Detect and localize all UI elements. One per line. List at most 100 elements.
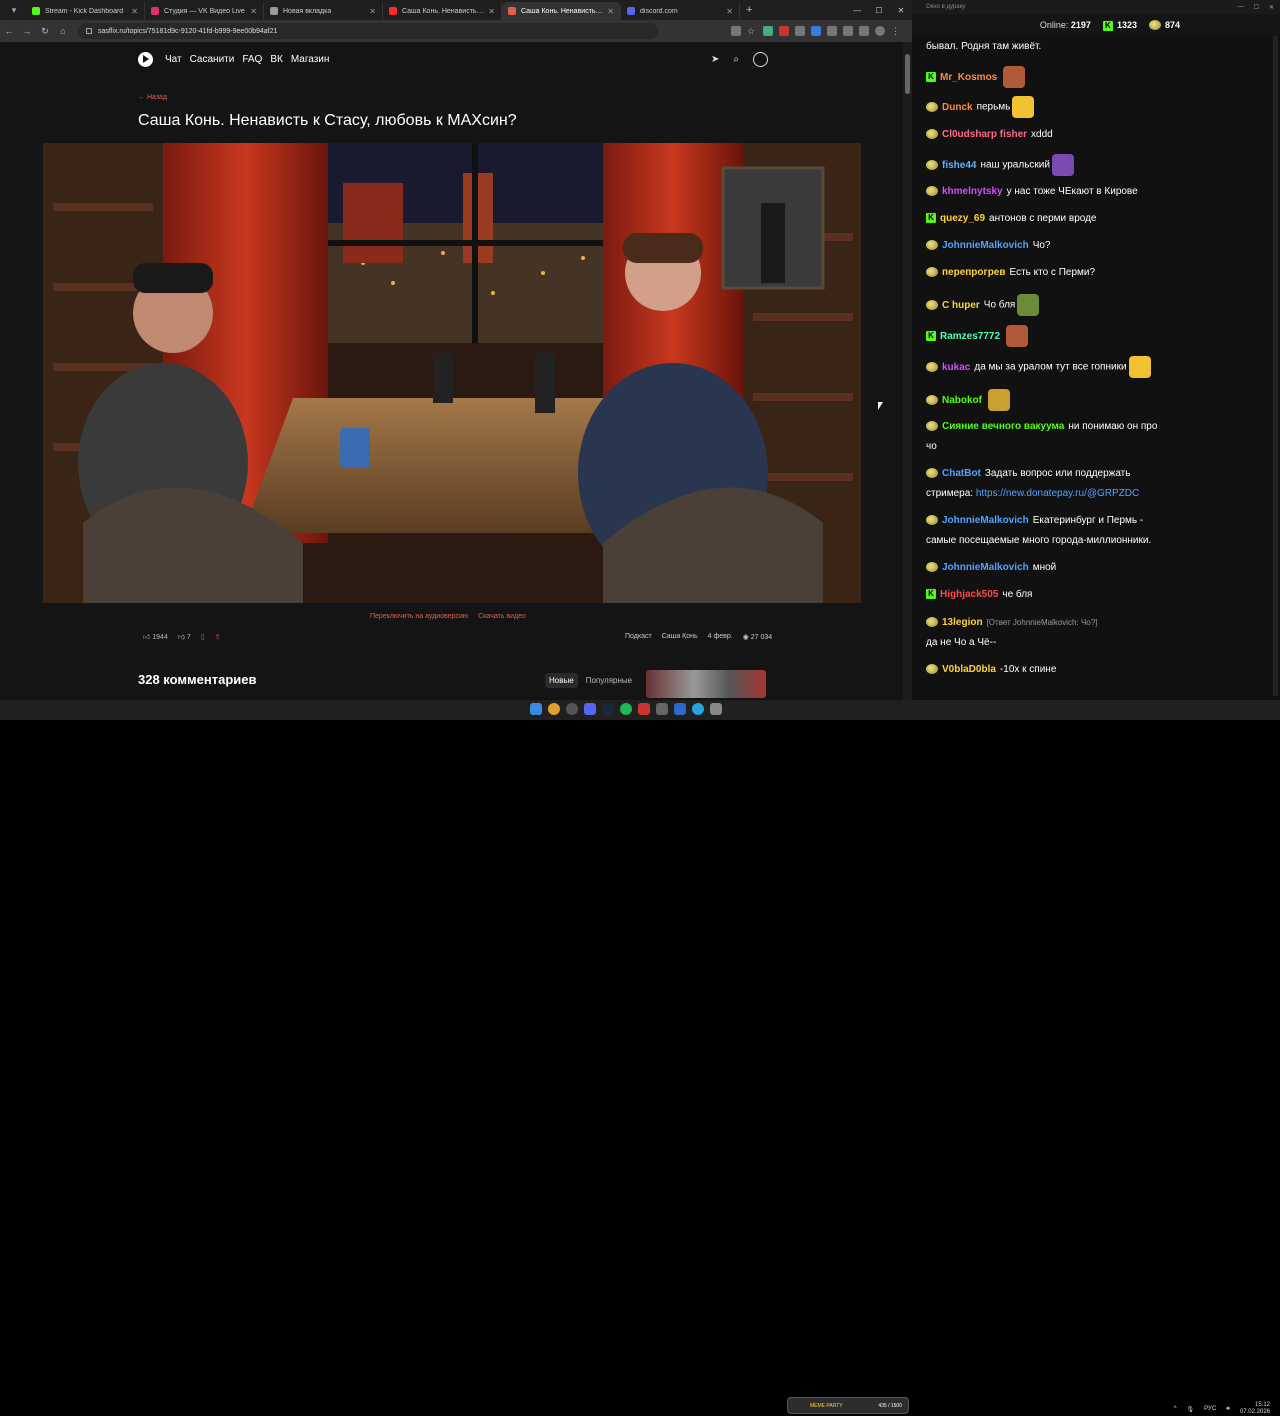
promo-thumbnail[interactable] [646,670,766,698]
tab-close-icon[interactable]: ✕ [250,7,257,16]
extension-icon[interactable] [763,26,773,36]
dislike-button[interactable]: 👎︎ 7 [178,632,191,641]
chat-username[interactable]: kukac [942,362,970,373]
spotify-icon[interactable] [620,703,632,715]
chat-username[interactable]: V0blaD0bla [942,664,996,675]
chrome-icon[interactable] [548,703,560,715]
chat-username[interactable]: C huper [942,300,980,311]
mic-icon[interactable]: 🎙︎ [1187,1406,1195,1413]
minimize-icon[interactable]: — [1238,4,1244,11]
new-tab-icon[interactable]: + [746,4,752,16]
language-indicator[interactable]: РУС [1204,1406,1216,1412]
page-scrollbar[interactable] [903,42,912,700]
sidebar-icon[interactable] [859,26,869,36]
author-tag[interactable]: Саша Конь [662,633,698,641]
start-icon[interactable] [530,703,542,715]
chat-username[interactable]: Сияние вечного вакуума [942,421,1064,432]
browser-tab[interactable]: Студия — VK Видео Live ✕ [145,2,264,20]
search-icon[interactable]: ⌕ [733,54,739,65]
tray-arrow-icon[interactable]: ^ [1174,1406,1177,1412]
bookmark-icon[interactable]: ▯ [201,633,205,641]
steam-icon[interactable] [602,703,614,715]
close-icon[interactable]: ✕ [1269,4,1274,11]
download-icon[interactable] [843,26,853,36]
app-icon[interactable] [710,703,722,715]
nav-chat[interactable]: Чат [165,54,182,65]
browser-tab[interactable]: Саша Конь. Ненависть к Стасу ✕ [383,2,502,20]
url-input[interactable]: sasflix.ru/topics/75181d9c-9120-41fd-b99… [78,23,658,39]
chat-username[interactable]: quezy_69 [940,213,985,224]
discord-icon[interactable] [584,703,596,715]
chat-username[interactable]: Highjack505 [940,589,998,600]
tab-close-icon[interactable]: ✕ [131,7,138,16]
nav-sasaniti[interactable]: Сасанити [190,54,235,65]
app-icon[interactable] [638,703,650,715]
chat-username[interactable]: Nabokof [942,395,982,406]
browser-tab[interactable]: Саша Конь. Ненависть к С... ✕ [502,2,621,20]
chat-username[interactable]: JohnnieMalkovich [942,240,1029,251]
nav-shop[interactable]: Магазин [291,54,330,65]
tab-search-icon[interactable]: ▾ [6,3,22,17]
volume-icon[interactable]: 🔊︎ [1226,1406,1230,1413]
extension-icon[interactable] [779,26,789,36]
obs-icon[interactable] [566,703,578,715]
back-icon[interactable]: ← [0,26,18,36]
menu-dots-icon[interactable]: ⋮ [891,26,901,36]
chat-username[interactable]: JohnnieMalkovich [942,515,1029,526]
app-icon[interactable] [674,703,686,715]
chat-username[interactable]: Cl0udsharp fisher [942,129,1027,140]
back-link[interactable]: ← Назад [138,94,167,101]
nav-vk[interactable]: ВК [270,54,283,65]
tab-new[interactable]: Новые [545,673,578,688]
tab-close-icon[interactable]: ✕ [488,7,495,16]
chat-scrollbar[interactable] [1273,36,1278,696]
tab-close-icon[interactable]: ✕ [369,7,376,16]
extension-icon[interactable] [795,26,805,36]
share-icon[interactable]: ⇪ [215,633,221,641]
site-logo-play-icon[interactable] [138,51,153,67]
install-icon[interactable] [731,26,741,36]
like-button[interactable]: 👍︎ 1944 [143,632,168,641]
telegram-icon[interactable]: ➤ [711,54,719,65]
browser-tab[interactable]: discord.com ✕ [621,2,740,20]
tab-close-icon[interactable]: ✕ [726,7,733,16]
clock[interactable]: 15:12 07.02.2026 [1240,1402,1270,1416]
profile-icon[interactable] [875,26,885,36]
extension-icon[interactable] [811,26,821,36]
bookmark-star-icon[interactable]: ☆ [747,26,757,36]
home-icon[interactable]: ⌂ [54,26,72,36]
audio-version-link[interactable]: Переключить на аудиоверсию [370,613,468,620]
reload-icon[interactable]: ↻ [36,26,54,37]
tab-popular[interactable]: Популярные [582,673,636,688]
chat-username[interactable]: JohnnieMalkovich [942,562,1029,573]
browser-tab[interactable]: Stream - Kick Dashboard ✕ [26,2,145,20]
browser-tab[interactable]: Новая вкладка ✕ [264,2,383,20]
close-icon[interactable]: ✕ [890,0,912,20]
chat-username[interactable]: khmelnytsky [942,186,1003,197]
extensions-puzzle-icon[interactable] [827,26,837,36]
site-info-icon[interactable] [86,28,92,34]
telegram-icon[interactable] [692,703,704,715]
maximize-icon[interactable]: ☐ [1254,4,1259,11]
chat-username[interactable]: Ramzes7772 [940,331,1000,342]
chat-username[interactable]: ChatBot [942,468,981,479]
download-video-link[interactable]: Скачать видео [478,613,526,620]
nav-faq[interactable]: FAQ [242,54,262,65]
minimize-icon[interactable]: — [846,0,868,20]
chat-username[interactable]: Mr_Kosmos [940,72,997,83]
scrollbar-thumb[interactable] [905,54,910,94]
chat-username[interactable]: 13legion [942,617,983,628]
category-tag[interactable]: Подкаст [625,633,652,641]
donate-link[interactable]: https://new.donatepay.ru/@GRPZDC [976,488,1139,499]
maximize-icon[interactable]: ☐ [868,0,890,20]
forward-icon[interactable]: → [18,26,36,36]
account-icon[interactable] [753,51,768,67]
chat-username[interactable]: перепрогрев [942,267,1006,278]
chat-username[interactable]: Dunck [942,102,973,113]
chat-username[interactable]: fishe44 [942,160,976,171]
tab-close-icon[interactable]: ✕ [607,7,614,16]
app-icon[interactable] [656,703,668,715]
reactions: 👍︎ 1944 👎︎ 7 ▯ ⇪ [143,632,221,642]
video-player[interactable] [43,143,861,603]
meme-party-widget[interactable]: MEME PARTY 435 / 1500 [787,1397,909,1414]
